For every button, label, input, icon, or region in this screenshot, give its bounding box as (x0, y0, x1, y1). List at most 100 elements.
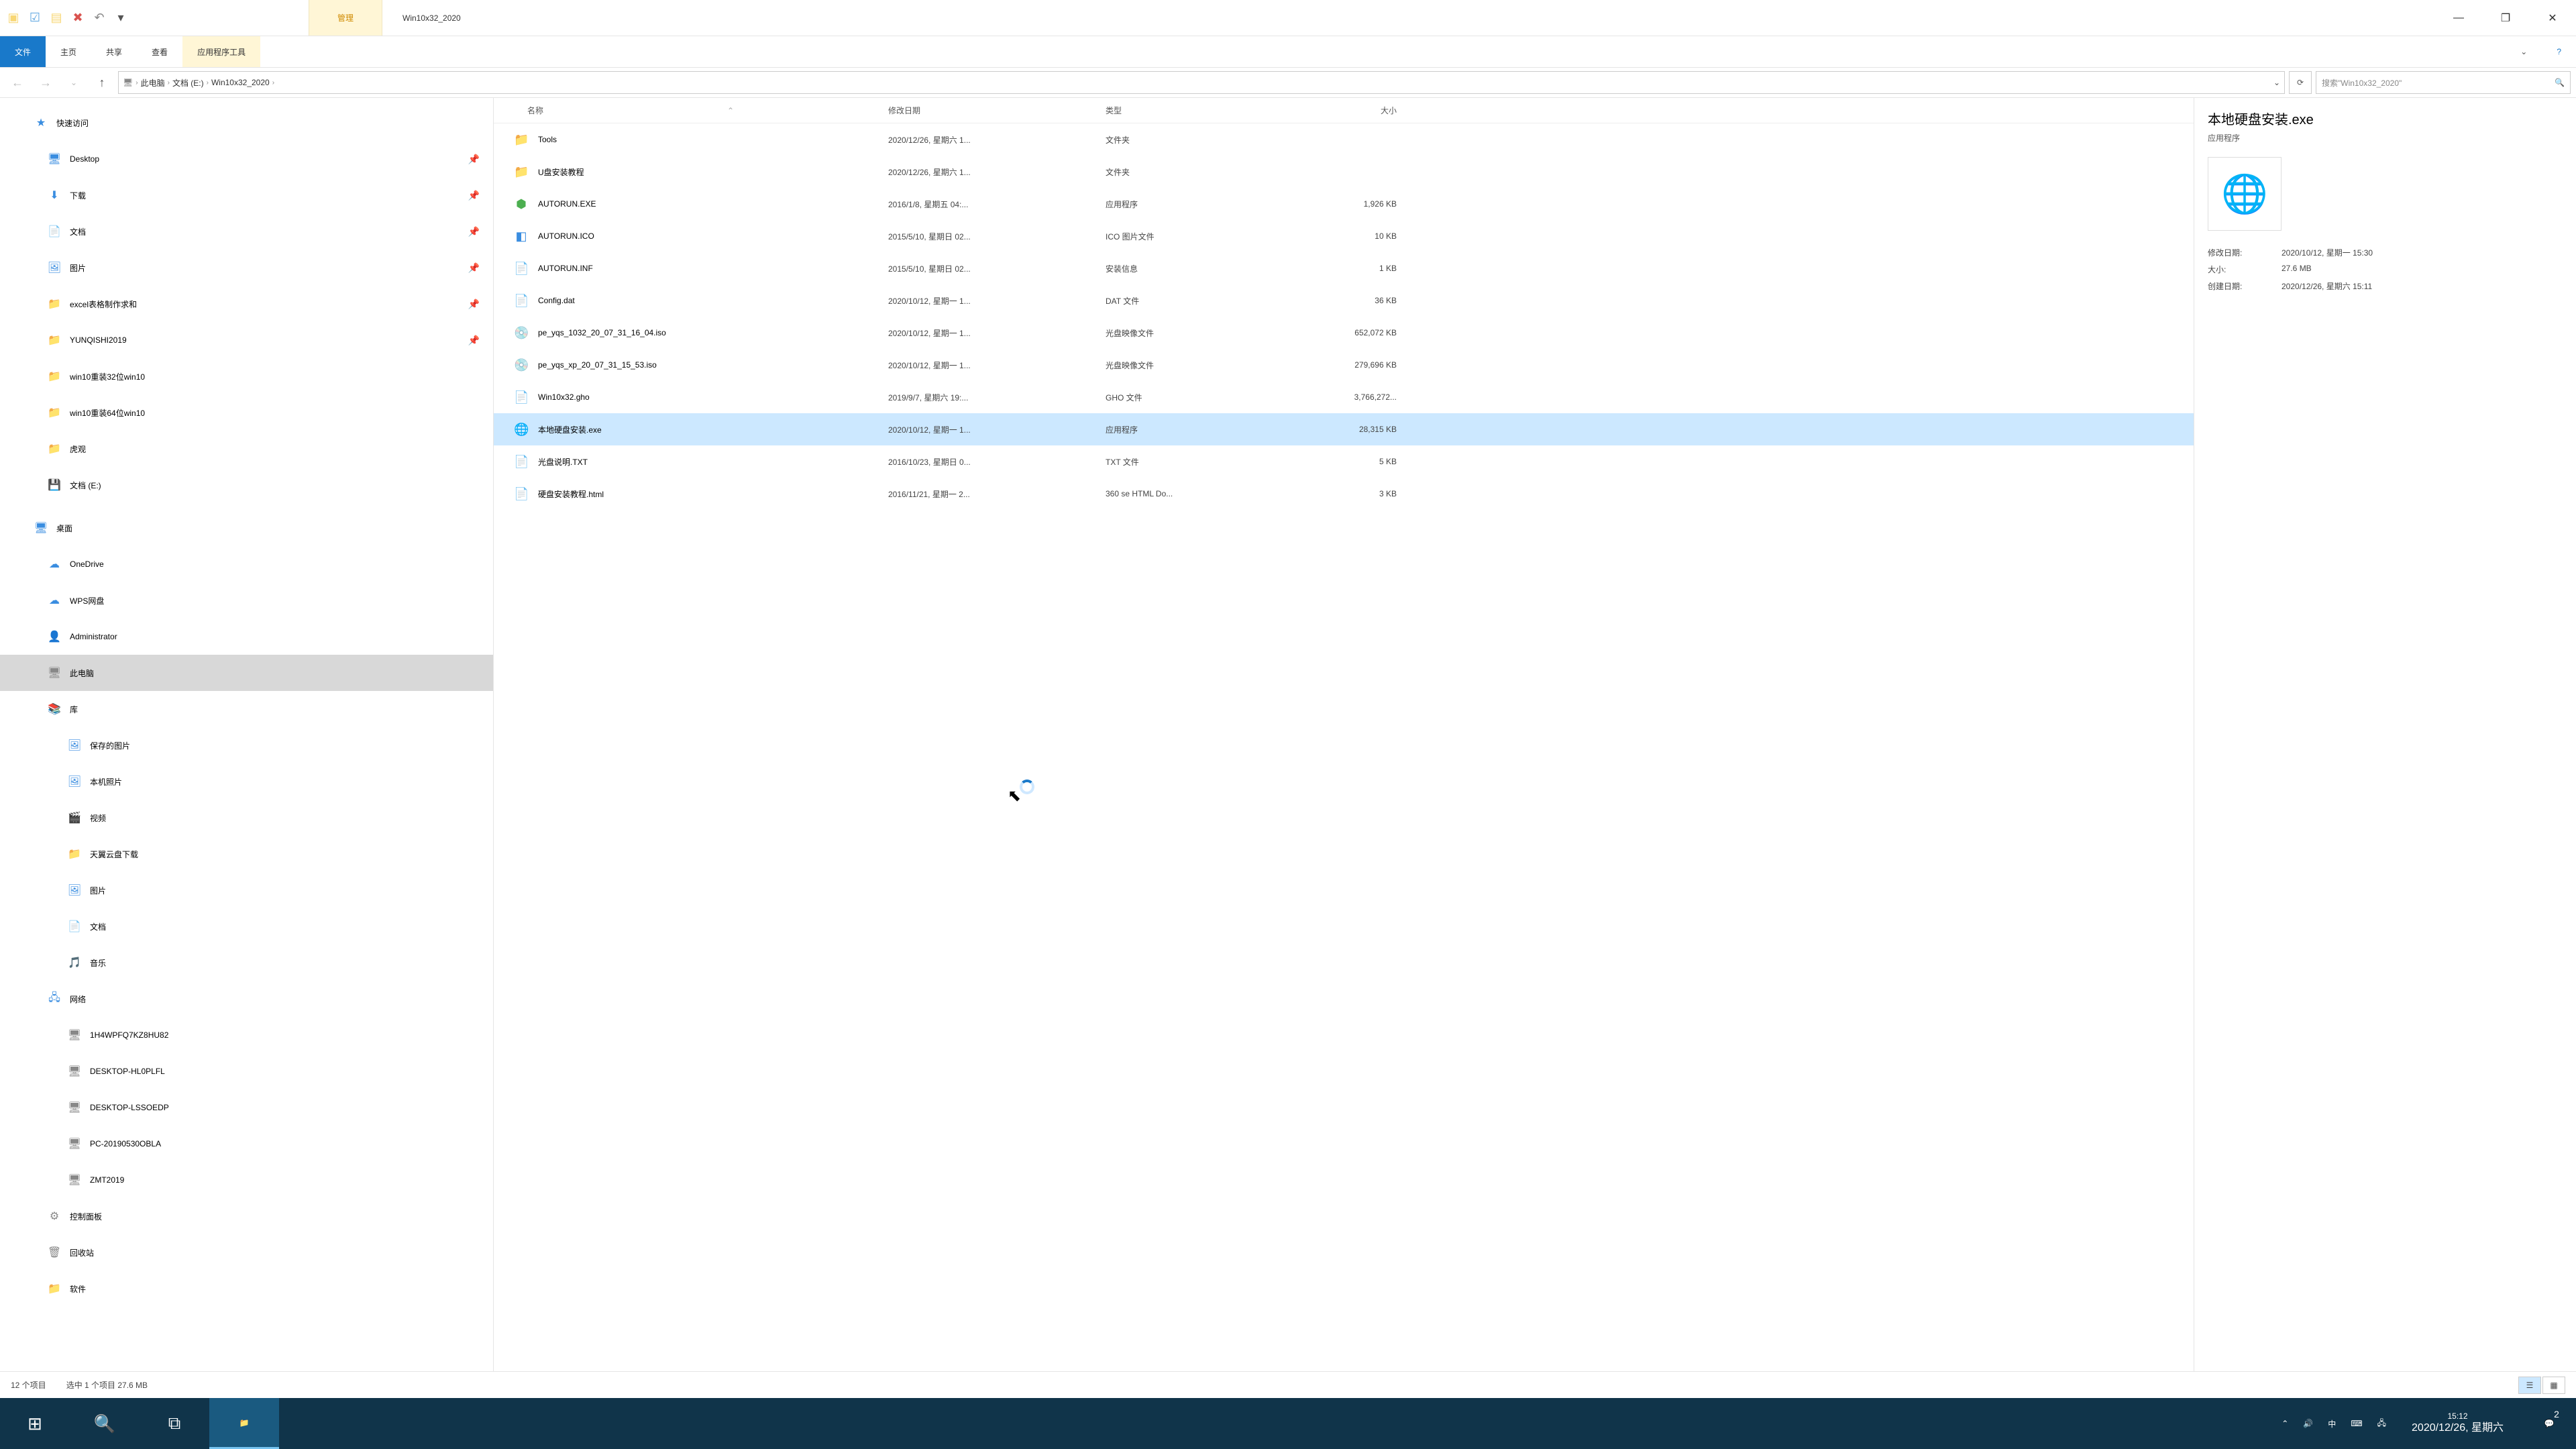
nav-downloads[interactable]: ⬇下载📌 (0, 177, 493, 213)
file-type: 安装信息 (1106, 263, 1287, 274)
tray-ime[interactable]: 中 (2328, 1418, 2336, 1430)
chevron-right-icon[interactable]: › (136, 79, 138, 87)
view-icons-button[interactable]: ▦ (2542, 1377, 2565, 1394)
nav-wps[interactable]: ☁WPS网盘 (0, 582, 493, 619)
search-icon[interactable]: 🔍 (2555, 78, 2565, 87)
nav-pc2[interactable]: 🖥DESKTOP-HL0PLFL (0, 1053, 493, 1089)
nav-quick-access[interactable]: ★快速访问 (0, 105, 493, 141)
nav-music[interactable]: 🎵音乐 (0, 945, 493, 981)
table-row[interactable]: ◧AUTORUN.ICO2015/5/10, 星期日 02...ICO 图片文件… (494, 220, 2194, 252)
table-row[interactable]: 💿pe_yqs_1032_20_07_31_16_04.iso2020/10/1… (494, 317, 2194, 349)
nav-yunqishi[interactable]: 📁YUNQISHI2019📌 (0, 322, 493, 358)
table-row[interactable]: 📁Tools2020/12/26, 星期六 1...文件夹 (494, 123, 2194, 156)
tab-share[interactable]: 共享 (91, 36, 137, 67)
nav-documents[interactable]: 📄文档📌 (0, 213, 493, 250)
qat-undo-icon[interactable]: ↶ (89, 7, 110, 29)
pin-icon: 📌 (468, 335, 480, 346)
nav-pc5[interactable]: 🖥ZMT2019 (0, 1162, 493, 1198)
chevron-right-icon[interactable]: › (272, 79, 274, 87)
nav-recycle[interactable]: 🗑回收站 (0, 1234, 493, 1271)
col-size[interactable]: 大小 (1287, 105, 1407, 116)
qat-dropdown-icon[interactable]: ▾ (110, 7, 131, 29)
nav-onedrive[interactable]: ☁OneDrive (0, 546, 493, 582)
nav-pc3[interactable]: 🖥DESKTOP-LSSOEDP (0, 1089, 493, 1126)
nav-desktop2[interactable]: 🖥桌面 (0, 510, 493, 546)
table-row[interactable]: 📄硬盘安装教程.html2016/11/21, 星期一 2...360 se H… (494, 478, 2194, 510)
nav-pc1[interactable]: 🖥1H4WPFQ7KZ8HU82 (0, 1017, 493, 1053)
minimize-button[interactable]: — (2435, 0, 2482, 36)
nav-control[interactable]: ⚙控制面板 (0, 1198, 493, 1234)
meta-value: 2020/10/12, 星期一 15:30 (2282, 247, 2563, 258)
table-row[interactable]: 📄光盘说明.TXT2016/10/23, 星期日 0...TXT 文件5 KB (494, 445, 2194, 478)
nav-documents2[interactable]: 📄文档 (0, 908, 493, 945)
task-explorer[interactable]: 📁 (209, 1398, 279, 1449)
tab-apptools[interactable]: 应用程序工具 (182, 36, 260, 67)
tray-keyboard-icon[interactable]: ⌨ (2351, 1419, 2362, 1428)
start-button[interactable]: ⊞ (0, 1398, 70, 1449)
nav-tree[interactable]: ★快速访问 🖥Desktop📌 ⬇下载📌 📄文档📌 🖼图片📌 📁excel表格制… (0, 98, 494, 1371)
tab-home[interactable]: 主页 (46, 36, 91, 67)
table-row[interactable]: 📁U盘安装教程2020/12/26, 星期六 1...文件夹 (494, 156, 2194, 188)
back-button[interactable]: ← (5, 70, 30, 95)
history-dropdown-icon[interactable]: ⌄ (62, 70, 86, 95)
nav-savedpics[interactable]: 🖼保存的图片 (0, 727, 493, 763)
col-name[interactable]: 名称⌃ (494, 105, 888, 116)
breadcrumb[interactable]: 🖥 › 此电脑 › 文档 (E:) › Win10x32_2020 › ⌄ (118, 71, 2285, 94)
nav-pictures[interactable]: 🖼图片📌 (0, 250, 493, 286)
search-input[interactable]: 搜索"Win10x32_2020" 🔍 (2316, 71, 2571, 94)
tray-volume-icon[interactable]: 🔊 (2303, 1419, 2313, 1428)
address-dropdown-icon[interactable]: ⌄ (2273, 78, 2280, 87)
qat-new-folder-icon[interactable]: ▤ (46, 7, 67, 29)
nav-pictures2[interactable]: 🖼图片 (0, 872, 493, 908)
qat-properties-icon[interactable]: ☑ (24, 7, 46, 29)
table-row[interactable]: 📄Config.dat2020/10/12, 星期一 1...DAT 文件36 … (494, 284, 2194, 317)
qat-delete-icon[interactable]: ✖ (67, 7, 89, 29)
table-row[interactable]: 📄Win10x32.gho2019/9/7, 星期六 19:...GHO 文件3… (494, 381, 2194, 413)
maximize-button[interactable]: ❐ (2482, 0, 2529, 36)
search-button[interactable]: 🔍 (70, 1398, 140, 1449)
chevron-right-icon[interactable]: › (168, 79, 170, 87)
tray-clock[interactable]: 15:12 2020/12/26, 星期六 (2401, 1411, 2514, 1436)
nav-excel[interactable]: 📁excel表格制作求和📌 (0, 286, 493, 322)
ribbon-expand-icon[interactable]: ⌄ (2506, 36, 2542, 67)
breadcrumb-folder[interactable]: Win10x32_2020 (211, 78, 270, 87)
breadcrumb-drive[interactable]: 文档 (E:) (172, 77, 204, 89)
nav-software[interactable]: 📁软件 (0, 1271, 493, 1307)
nav-desktop[interactable]: 🖥Desktop📌 (0, 141, 493, 177)
nav-network[interactable]: 🖧网络 (0, 981, 493, 1017)
col-date[interactable]: 修改日期 (888, 105, 1106, 116)
file-name: Tools (538, 135, 557, 144)
nav-tianyi[interactable]: 📁天翼云盘下载 (0, 836, 493, 872)
chevron-right-icon[interactable]: › (207, 79, 209, 87)
help-icon[interactable]: ? (2542, 36, 2576, 67)
table-row[interactable]: ⬢AUTORUN.EXE2016/1/8, 星期五 04:...应用程序1,92… (494, 188, 2194, 220)
nav-drive-e[interactable]: 💾文档 (E:) (0, 467, 493, 503)
tab-file[interactable]: 文件 (0, 36, 46, 67)
table-row[interactable]: 📄AUTORUN.INF2015/5/10, 星期日 02...安装信息1 KB (494, 252, 2194, 284)
close-button[interactable]: ✕ (2529, 0, 2576, 36)
refresh-button[interactable]: ⟳ (2289, 71, 2312, 94)
nav-localpics[interactable]: 🖼本机照片 (0, 763, 493, 800)
nav-huguan[interactable]: 📁虎观 (0, 431, 493, 467)
tab-view[interactable]: 查看 (137, 36, 182, 67)
up-button[interactable]: ↑ (90, 70, 114, 95)
contextual-tab-manage[interactable]: 管理 (309, 0, 382, 36)
nav-win64[interactable]: 📁win10重装64位win10 (0, 394, 493, 431)
tray-overflow-icon[interactable]: ⌃ (2282, 1419, 2288, 1428)
table-row[interactable]: 💿pe_yqs_xp_20_07_31_15_53.iso2020/10/12,… (494, 349, 2194, 381)
table-row[interactable]: 🌐本地硬盘安装.exe2020/10/12, 星期一 1...应用程序28,31… (494, 413, 2194, 445)
view-details-button[interactable]: ☰ (2518, 1377, 2541, 1394)
nav-thispc[interactable]: 🖥此电脑 (0, 655, 493, 691)
nav-pc4[interactable]: 🖥PC-20190530OBLA (0, 1126, 493, 1162)
nav-videos[interactable]: 🎬视频 (0, 800, 493, 836)
nav-win32[interactable]: 📁win10重装32位win10 (0, 358, 493, 394)
col-type[interactable]: 类型 (1106, 105, 1287, 116)
breadcrumb-pc[interactable]: 此电脑 (141, 77, 165, 89)
file-icon: ⬢ (514, 197, 529, 211)
forward-button[interactable]: → (34, 70, 58, 95)
nav-libraries[interactable]: 📚库 (0, 691, 493, 727)
nav-admin[interactable]: 👤Administrator (0, 619, 493, 655)
taskview-button[interactable]: ⧉ (140, 1398, 209, 1449)
notification-button[interactable]: 💬2 (2529, 1419, 2569, 1428)
tray-network-icon[interactable]: 🖧 (2377, 1417, 2386, 1431)
